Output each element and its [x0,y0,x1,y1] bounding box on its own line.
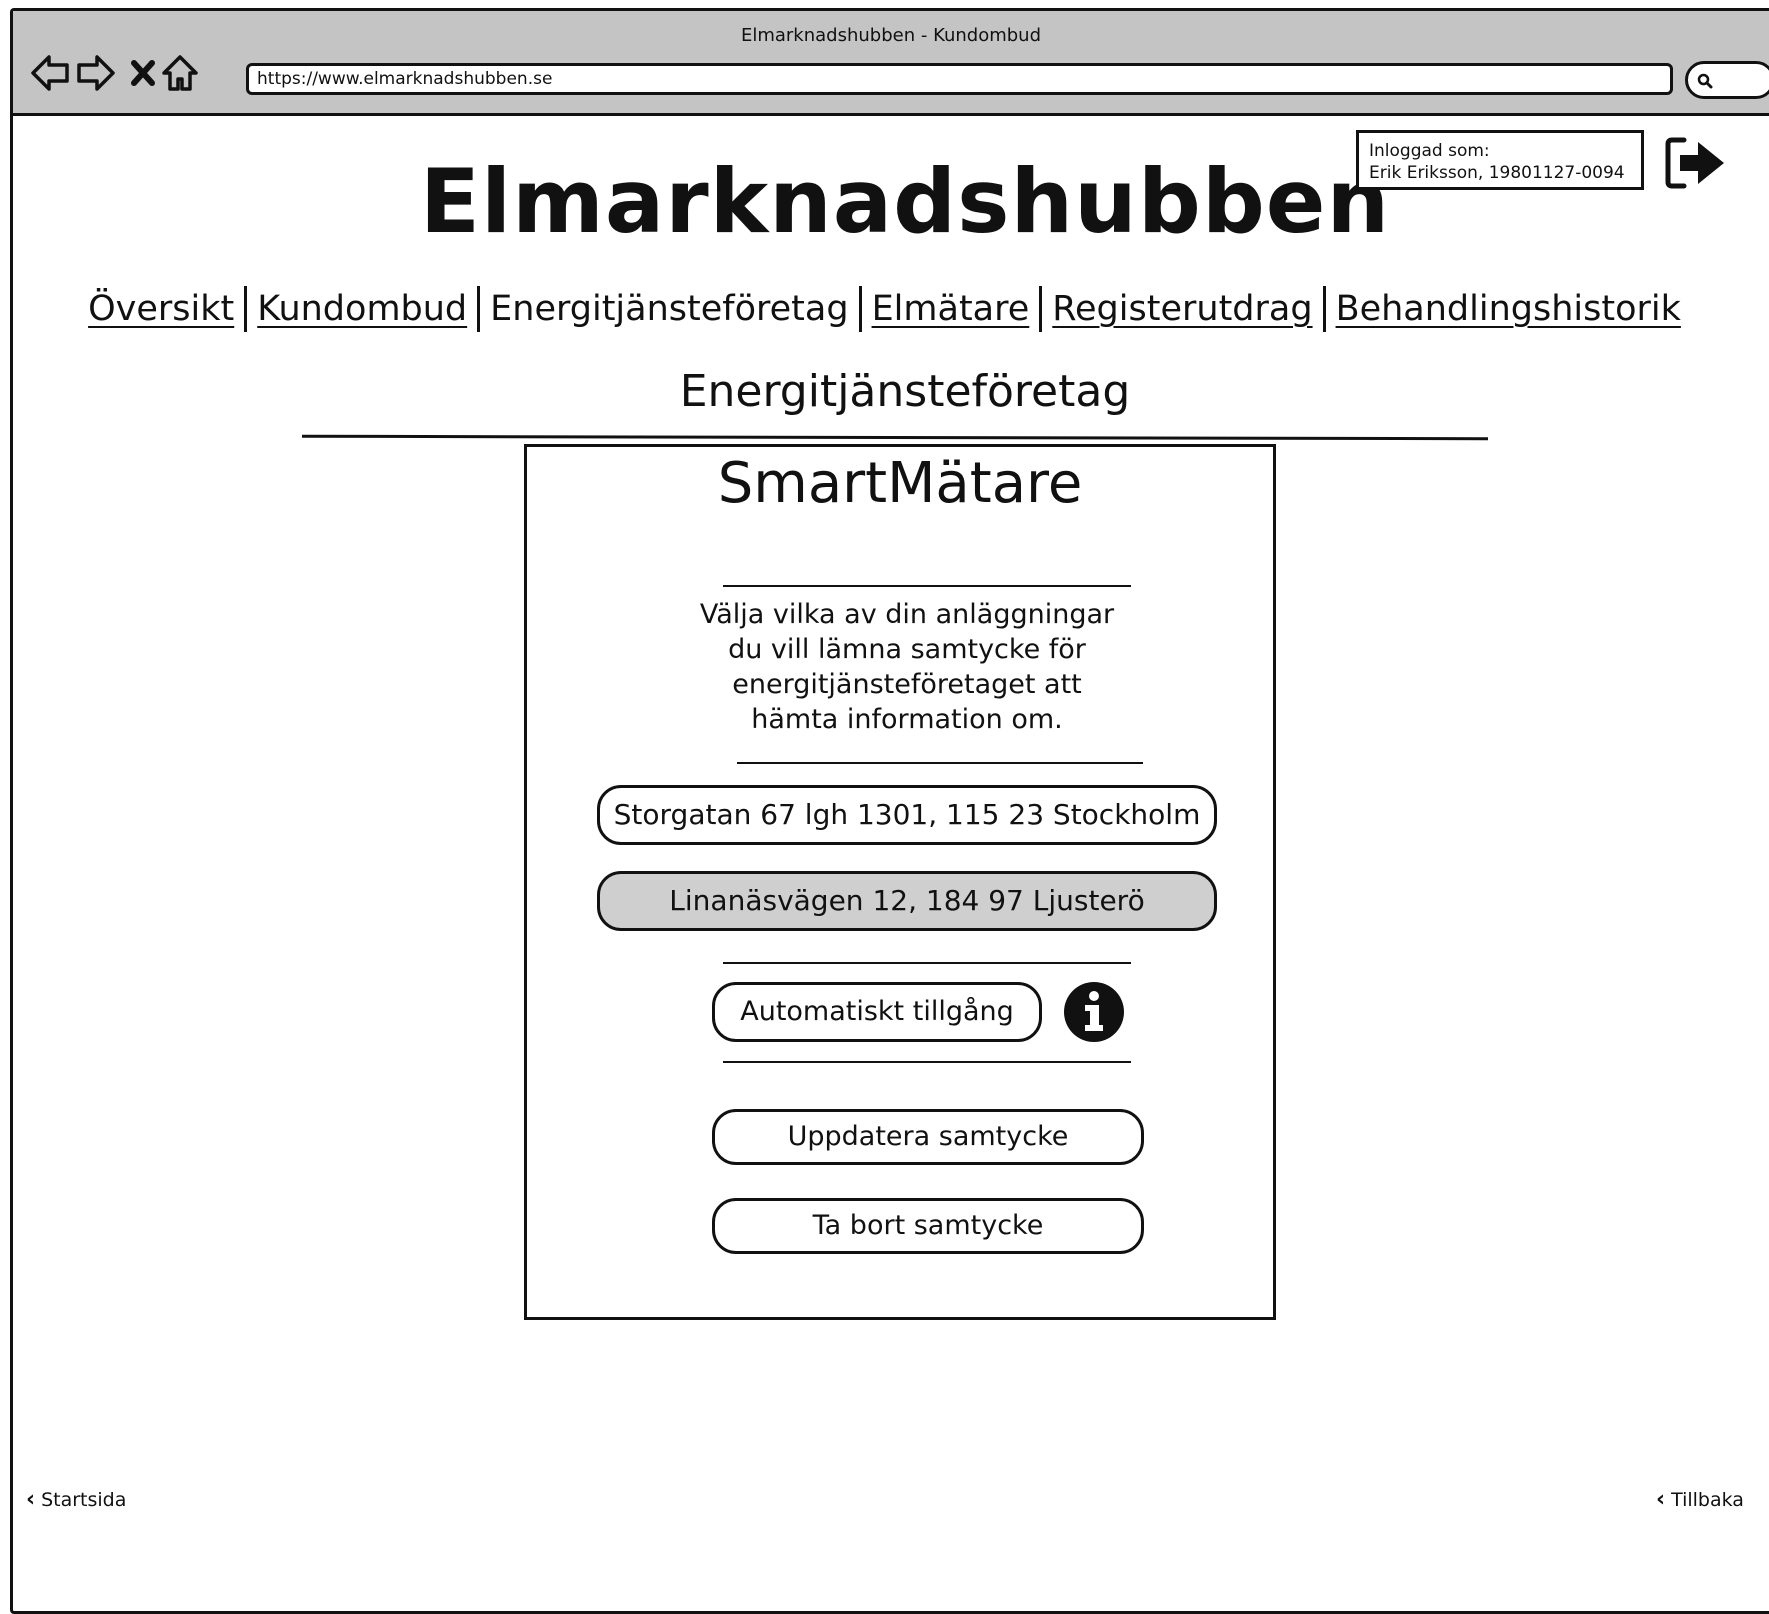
address-bar[interactable]: https://www.elmarknadshubben.se [246,63,1673,95]
info-icon[interactable] [1063,981,1125,1043]
window-title: Elmarknadshubben - Kundombud [740,25,1042,46]
auto-access-toggle[interactable]: Automatiskt tillgång [712,982,1042,1042]
divider [723,1061,1131,1063]
facility-option-linanasvagen[interactable]: Linanäsvägen 12, 184 97 Ljusterö [597,871,1217,931]
update-consent-button[interactable]: Uppdatera samtycke [712,1109,1144,1165]
nav-registerutdrag[interactable]: Registerutdrag [1042,289,1322,329]
chevron-left-icon: ‹ [26,1487,36,1512]
facility-option-storgatan[interactable]: Storgatan 67 lgh 1301, 115 23 Stockholm [597,785,1217,845]
search-icon [1697,73,1713,89]
logged-in-box: Inloggad som: Erik Eriksson, 19801127-00… [1356,130,1644,190]
footer-link-startsida[interactable]: ‹ Startsida [26,1487,126,1512]
nav-behandlingshistorik[interactable]: Behandlingshistorik [1326,289,1691,329]
footer-link-startsida-label: Startsida [41,1489,127,1511]
back-arrow-icon[interactable] [29,51,71,95]
divider [723,585,1131,587]
nav-kundombud[interactable]: Kundombud [247,289,477,329]
chevron-left-icon: ‹ [1656,1487,1666,1512]
close-icon[interactable] [128,51,158,95]
remove-consent-button[interactable]: Ta bort samtycke [712,1198,1144,1254]
company-title: SmartMätare [717,451,1083,516]
page-title: Energitjänsteföretag [679,366,1131,417]
logout-icon[interactable] [1664,136,1728,190]
forward-arrow-icon[interactable] [75,51,117,95]
footer-link-tillbaka[interactable]: ‹ Tillbaka [1656,1487,1744,1512]
company-panel: SmartMätare Välja vilka av din anläggnin… [524,444,1276,1320]
consent-description: Välja vilka av din anläggningar du vill … [699,599,1115,735]
divider [737,762,1143,764]
nav-oversikt[interactable]: Översikt [78,289,244,329]
divider [723,962,1131,964]
logged-in-label: Inloggad som: [1369,141,1490,161]
footer-link-tillbaka-label: Tillbaka [1671,1489,1744,1511]
browser-titlebar: Elmarknadshubben - Kundombud https://www… [13,11,1769,116]
nav-elmatare[interactable]: Elmätare [862,289,1040,329]
logged-in-user: Erik Eriksson, 19801127-0094 [1369,163,1625,183]
search-field[interactable] [1685,61,1769,99]
home-icon[interactable] [160,51,200,95]
nav-energitjansteforetag[interactable]: Energitjänsteföretag [480,289,858,329]
main-nav: Översikt Kundombud Energitjänsteföretag … [0,284,1769,334]
